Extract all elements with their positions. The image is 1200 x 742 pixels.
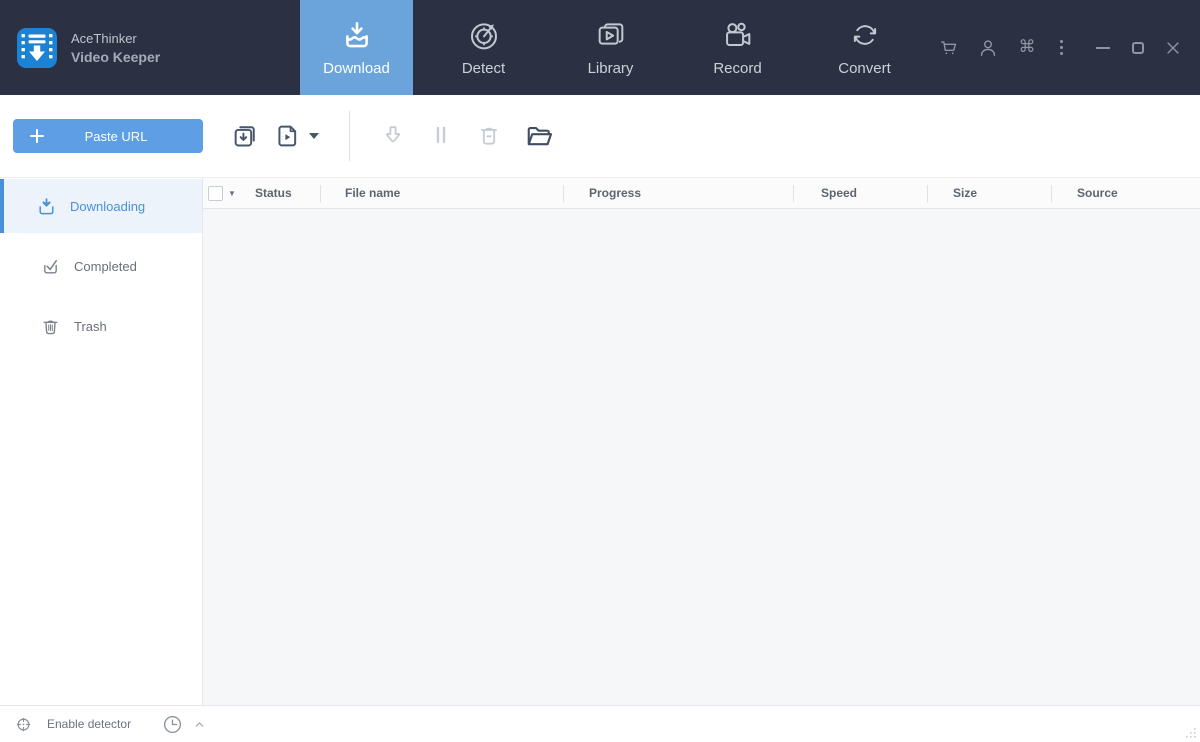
pause-icon (428, 122, 456, 150)
more-vertical-icon[interactable] (1055, 37, 1067, 59)
tab-library[interactable]: Library (554, 0, 667, 95)
table-header-source: Source (1051, 178, 1200, 208)
column-label: Source (1077, 186, 1118, 200)
resume-download-icon (380, 122, 408, 150)
table-body-empty (203, 209, 1200, 705)
chevron-up-icon[interactable] (193, 718, 206, 731)
table-header-speed: Speed (793, 178, 927, 208)
minimize-button[interactable] (1092, 37, 1114, 59)
gauge-icon (468, 19, 500, 51)
tab-download[interactable]: Download (300, 0, 413, 95)
content-area: Downloading Completed Trash ▼ Status Fil… (0, 177, 1200, 705)
paste-url-button[interactable]: Paste URL (13, 119, 203, 153)
toolbar: Paste URL (0, 95, 1200, 177)
title-bar: AceThinker Video Keeper Download Detect … (0, 0, 1200, 95)
brand-text: AceThinker Video Keeper (71, 31, 160, 65)
trash-minus-icon (476, 122, 504, 150)
tab-library-label: Library (587, 59, 634, 77)
sidebar-item-trash[interactable]: Trash (0, 299, 202, 353)
tab-convert[interactable]: Convert (808, 0, 921, 95)
column-label: Progress (589, 186, 642, 200)
detector-target-icon[interactable] (14, 715, 33, 734)
paste-url-label: Paste URL (84, 128, 148, 144)
close-button[interactable] (1162, 37, 1184, 59)
status-bar: Enable detector (0, 705, 1200, 742)
brand-line2: Video Keeper (71, 48, 161, 65)
tab-detect-label: Detect (461, 59, 506, 77)
toolbar-group-secondary (380, 121, 554, 151)
schedule-button[interactable] (161, 713, 184, 736)
brand-line1: AceThinker (71, 30, 137, 46)
tab-record[interactable]: Record (681, 0, 794, 95)
sidebar-item-downloading[interactable]: Downloading (0, 179, 202, 233)
select-menu-caret-icon[interactable]: ▼ (228, 189, 236, 198)
batch-download-button[interactable] (231, 122, 259, 150)
tab-download-label: Download (323, 59, 390, 77)
open-folder-button[interactable] (524, 121, 554, 151)
enable-detector-label[interactable]: Enable detector (47, 717, 131, 731)
resize-grip[interactable] (1183, 725, 1197, 739)
download-tray-icon (36, 196, 57, 217)
app-window: AceThinker Video Keeper Download Detect … (0, 0, 1200, 742)
sidebar-item-label: Downloading (70, 198, 146, 214)
dropdown-caret-icon (309, 133, 319, 139)
table-header-file-name: File name (320, 178, 563, 208)
select-all-checkbox[interactable] (208, 185, 223, 201)
toolbar-group-primary (231, 122, 319, 150)
delete-task-button[interactable] (476, 122, 504, 150)
trash-icon (40, 316, 61, 337)
window-controls (1092, 37, 1184, 59)
sync-arrows-icon (849, 19, 881, 51)
table-header: ▼ Status File name Progress Speed Size S… (203, 178, 1200, 209)
sidebar-item-completed[interactable]: Completed (0, 239, 202, 293)
download-list: ▼ Status File name Progress Speed Size S… (203, 178, 1200, 705)
tab-record-label: Record (713, 59, 762, 77)
toolbar-separator (349, 111, 350, 161)
table-header-select: ▼ (203, 178, 255, 208)
maximize-button[interactable] (1127, 37, 1149, 59)
column-label: File name (345, 186, 401, 200)
video-file-icon (273, 122, 301, 150)
sidebar-item-label: Trash (74, 318, 107, 334)
app-logo-icon (16, 27, 58, 69)
table-header-status: Status (255, 186, 292, 200)
sidebar-item-label: Completed (74, 258, 137, 274)
command-glyph: ⌘ (1018, 37, 1036, 57)
column-label: Size (953, 186, 978, 200)
movie-camera-icon (722, 19, 754, 51)
pause-button[interactable] (428, 122, 456, 150)
table-header-size: Size (927, 178, 1051, 208)
download-tray-icon (341, 19, 373, 51)
video-library-icon (595, 19, 627, 51)
open-folder-icon (524, 121, 554, 151)
resume-download-button[interactable] (380, 122, 408, 150)
tab-convert-label: Convert (838, 59, 891, 77)
column-label: Speed (821, 186, 858, 200)
table-header-progress: Progress (563, 178, 793, 208)
batch-download-icon (231, 122, 259, 150)
account-icon[interactable] (977, 37, 999, 59)
header-actions: ⌘ (938, 0, 1200, 95)
sidebar: Downloading Completed Trash (0, 178, 203, 705)
video-file-button[interactable] (273, 122, 319, 150)
brand-area: AceThinker Video Keeper (0, 0, 300, 95)
plus-icon (29, 128, 45, 144)
main-nav: Download Detect Library Record Convert (300, 0, 935, 95)
cart-icon[interactable] (938, 37, 960, 59)
tab-detect[interactable]: Detect (427, 0, 540, 95)
command-icon[interactable]: ⌘ (1016, 37, 1038, 59)
check-tray-icon (40, 256, 61, 277)
